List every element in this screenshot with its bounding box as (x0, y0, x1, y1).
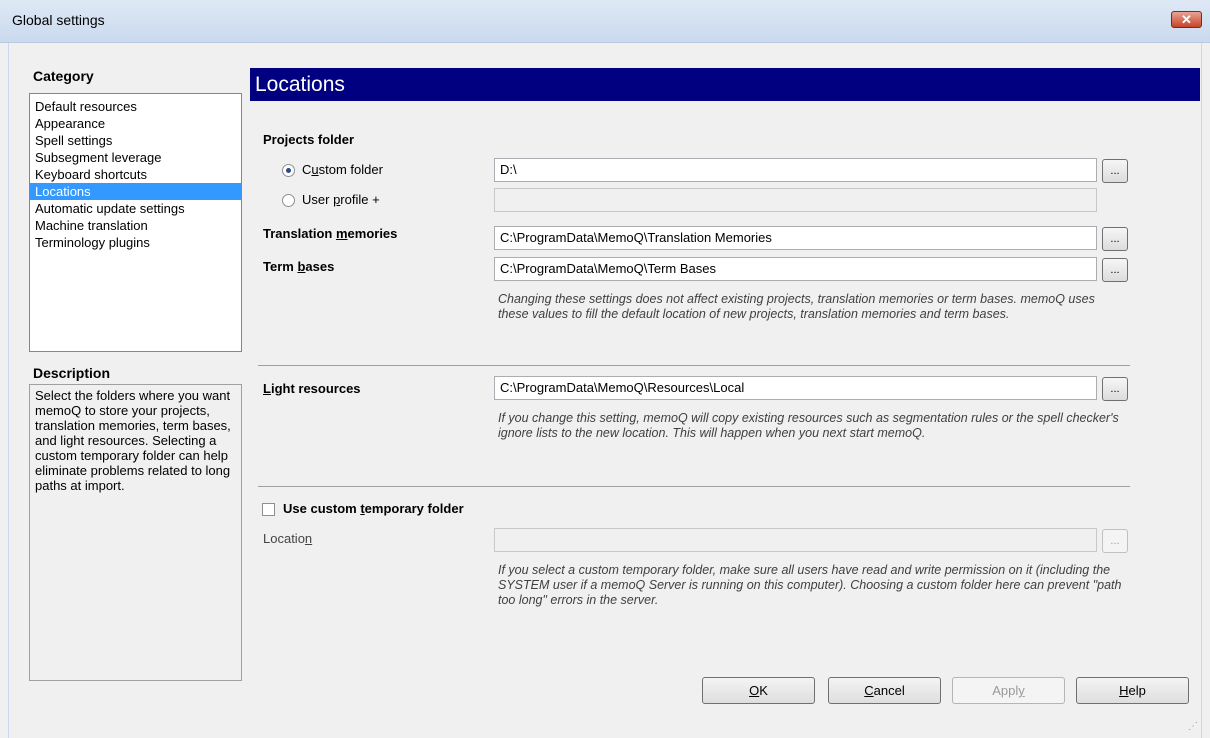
category-item[interactable]: Terminology plugins (30, 234, 241, 251)
custom-folder-label-pre: C (302, 162, 312, 177)
category-item[interactable]: Appearance (30, 115, 241, 132)
category-item[interactable]: Machine translation (30, 217, 241, 234)
translation-memories-field[interactable]: C:\ProgramData\MemoQ\Translation Memorie… (494, 226, 1097, 250)
translation-memories-browse-button[interactable]: ... (1102, 227, 1128, 251)
ok-button[interactable]: OK (702, 677, 815, 704)
temp-folder-note: If you select a custom temporary folder,… (498, 563, 1122, 607)
locations-note: Changing these settings does not affect … (498, 292, 1095, 321)
light-resources-field[interactable]: C:\ProgramData\MemoQ\Resources\Local (494, 376, 1097, 400)
light-resources-label-accel: L (263, 381, 271, 396)
page-title: Locations (250, 68, 1200, 101)
description-heading: Description (33, 365, 111, 381)
light-resources-note: If you change this setting, memoQ will c… (498, 411, 1119, 440)
title-bar: Global settings ✕ (0, 0, 1210, 43)
user-profile-radio[interactable] (282, 194, 295, 207)
user-profile-label-pre: User (302, 192, 334, 207)
apply-accel: y (1018, 683, 1025, 698)
tm-label-pre: Translation (263, 226, 336, 241)
translation-memories-label: Translation memories (263, 226, 397, 241)
cancel-label: ancel (873, 683, 905, 698)
location-label-accel: n (304, 531, 313, 546)
global-settings-dialog: Global settings ✕ Category Default resou… (0, 0, 1210, 738)
category-list[interactable]: Default resources Appearance Spell setting… (29, 93, 242, 352)
temp-location-browse-button: ... (1102, 529, 1128, 553)
cancel-accel: C (864, 683, 874, 698)
projects-folder-heading: Projects folder (263, 132, 355, 147)
separator-1 (258, 365, 1130, 366)
user-profile-label[interactable]: User profile + (302, 192, 380, 207)
category-heading: Category (33, 68, 94, 84)
location-label-pre: Locatio (263, 531, 305, 546)
help-label: elp (1128, 683, 1146, 698)
term-bases-label: Term bases (263, 259, 334, 274)
help-button[interactable]: Help (1076, 677, 1189, 704)
user-profile-label-post: rofile + (340, 192, 380, 207)
location-label: Location (263, 531, 312, 546)
user-profile-field (494, 188, 1097, 212)
apply-label: Appl (992, 683, 1019, 698)
ok-label: K (759, 683, 768, 698)
custom-folder-browse-button[interactable]: ... (1102, 159, 1128, 183)
close-button[interactable]: ✕ (1171, 11, 1202, 28)
custom-folder-field[interactable]: D:\ (494, 158, 1097, 182)
light-resources-label: Light resources (263, 381, 361, 396)
tb-label-post: ases (305, 259, 335, 274)
custom-folder-label-post: stom folder (318, 162, 383, 177)
category-item[interactable]: Automatic update settings (30, 200, 241, 217)
category-item[interactable]: Default resources (30, 98, 241, 115)
category-item[interactable]: Locations (30, 183, 241, 200)
ok-accel: O (749, 683, 760, 698)
category-item[interactable]: Keyboard shortcuts (30, 166, 241, 183)
cancel-button[interactable]: Cancel (828, 677, 941, 704)
temp-label-pre: Use custom (283, 501, 361, 516)
category-item[interactable]: Spell settings (30, 132, 241, 149)
tm-label-post: emories (347, 226, 398, 241)
category-item[interactable]: Subsegment leverage (30, 149, 241, 166)
custom-temp-folder-checkbox[interactable] (262, 503, 275, 516)
custom-folder-label-accel: u (311, 162, 319, 177)
resize-grip-icon[interactable]: ⋰ (1188, 721, 1198, 732)
term-bases-browse-button[interactable]: ... (1102, 258, 1128, 282)
custom-folder-radio[interactable] (282, 164, 295, 177)
apply-button: Apply (952, 677, 1065, 704)
temp-location-field (494, 528, 1097, 552)
custom-folder-label[interactable]: Custom folder (302, 162, 383, 177)
help-accel: H (1119, 683, 1129, 698)
tm-label-accel: m (335, 226, 348, 241)
temp-label-post: emporary folder (364, 501, 464, 516)
term-bases-field[interactable]: C:\ProgramData\MemoQ\Term Bases (494, 257, 1097, 281)
light-resources-browse-button[interactable]: ... (1102, 377, 1128, 401)
separator-2 (258, 486, 1130, 487)
tb-label-pre: Term (263, 259, 298, 274)
light-resources-label-post: ight resources (270, 381, 361, 396)
window-title: Global settings (12, 12, 105, 28)
custom-temp-folder-label[interactable]: Use custom temporary folder (283, 501, 464, 516)
description-text: Select the folders where you want memoQ … (29, 384, 242, 681)
